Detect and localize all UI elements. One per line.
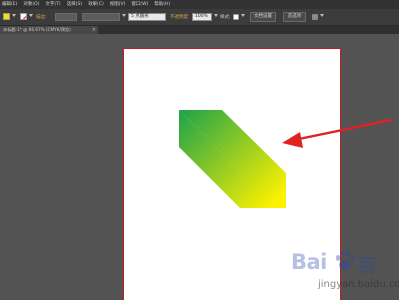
gradient-3d-shape[interactable] (179, 110, 286, 208)
watermark-brand-suffix: 百 (358, 256, 376, 277)
red-arrow-annotation (282, 118, 393, 148)
baidu-watermark: Bai 百 jingyan.baidu.com (288, 248, 399, 300)
watermark-brand: Bai (291, 250, 327, 274)
paw-logo-icon (335, 251, 356, 270)
watermark-url: jingyan.baidu.com (318, 279, 399, 290)
